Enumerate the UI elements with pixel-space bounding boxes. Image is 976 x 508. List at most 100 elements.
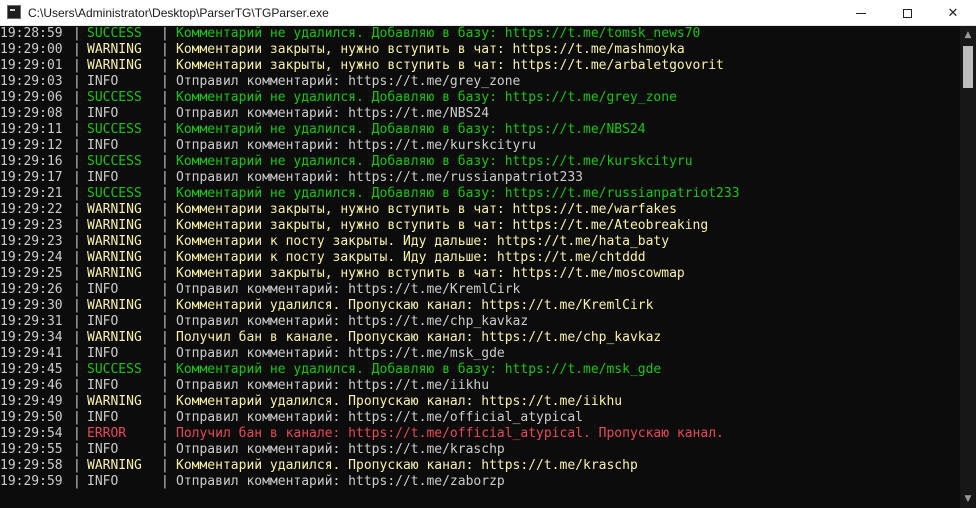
log-separator: | — [161, 362, 169, 377]
log-message: Отправил комментарий: https://t.me/msk_g… — [176, 346, 505, 361]
minimize-button[interactable] — [838, 0, 884, 26]
log-separator: | — [73, 346, 81, 361]
log-separator: | — [73, 250, 81, 265]
log-message: Комментарий не удалился. Добавляю в базу… — [176, 362, 662, 377]
log-row: 19:29:12 | INFO | Отправил комментарий: http… — [0, 138, 960, 154]
log-message: Отправил комментарий: https://t.me/russi… — [176, 170, 583, 185]
close-icon: ✕ — [947, 5, 959, 21]
log-level: SUCCESS — [87, 154, 142, 169]
log-separator: | — [73, 202, 81, 217]
log-message: Комментарий не удалился. Добавляю в базу… — [176, 26, 701, 41]
log-row: 19:29:34 | WARNING | Получил бан в канале. П… — [0, 330, 960, 346]
log-separator: | — [73, 442, 81, 457]
log-separator: | — [73, 58, 81, 73]
log-level: INFO — [87, 74, 119, 89]
scroll-down-arrow-icon[interactable]: ▼ — [960, 492, 976, 506]
log-timestamp: 19:29:12 — [0, 138, 63, 153]
log-level: WARNING — [87, 458, 142, 473]
log-message: Комментарии к посту закрыты. Иду дальше:… — [176, 250, 646, 265]
log-timestamp: 19:29:50 — [0, 410, 63, 425]
log-message: Комментарии к посту закрыты. Иду дальше:… — [176, 234, 670, 249]
scrollbar-thumb[interactable] — [963, 46, 973, 88]
log-row: 19:29:23 | WARNING | Комментарии к посту зак… — [0, 234, 960, 250]
log-timestamp: 19:29:59 — [0, 474, 63, 489]
log-level: SUCCESS — [87, 90, 142, 105]
log-timestamp: 19:29:58 — [0, 458, 63, 473]
log-separator: | — [73, 410, 81, 425]
log-row: 19:29:22 | WARNING | Комментарии закрыты, ну… — [0, 202, 960, 218]
log-message: Комментарии закрыты, нужно вступить в ча… — [176, 42, 685, 57]
log-timestamp: 19:29:25 — [0, 266, 63, 281]
log-message: Отправил комментарий: https://t.me/iikhu — [176, 378, 490, 393]
title-bar[interactable]: C:\Users\Administrator\Desktop\ParserTG\… — [0, 0, 976, 26]
log-separator: | — [161, 314, 169, 329]
log-timestamp: 19:29:17 — [0, 170, 63, 185]
log-separator: | — [161, 170, 169, 185]
log-separator: | — [73, 234, 81, 249]
log-level: WARNING — [87, 234, 142, 249]
log-separator: | — [161, 474, 169, 489]
log-message: Отправил комментарий: https://t.me/grey_… — [176, 74, 521, 89]
log-row: 19:29:59 | INFO | Отправил комментарий: http… — [0, 474, 960, 490]
window-title: C:\Users\Administrator\Desktop\ParserTG\… — [28, 6, 329, 20]
log-level: SUCCESS — [87, 186, 142, 201]
log-separator: | — [161, 330, 169, 345]
log-timestamp: 19:29:55 — [0, 442, 63, 457]
log-level: INFO — [87, 138, 119, 153]
minimize-icon — [856, 12, 866, 14]
vertical-scrollbar[interactable]: ▲ ▼ — [960, 26, 976, 508]
log-row: 19:29:46 | INFO | Отправил комментарий: http… — [0, 378, 960, 394]
maximize-button[interactable] — [884, 0, 930, 26]
log-message: Комментарии закрыты, нужно вступить в ча… — [176, 202, 677, 217]
log-separator: | — [73, 90, 81, 105]
log-message: Отправил комментарий: https://t.me/offic… — [176, 410, 583, 425]
log-row: 19:29:06 | SUCCESS | Комментарий не удалился… — [0, 90, 960, 106]
log-level: WARNING — [87, 202, 142, 217]
log-row: 19:28:59 | SUCCESS | Комментарий не удалился… — [0, 26, 960, 42]
log-row: 19:29:58 | WARNING | Комментарий удалился. П… — [0, 458, 960, 474]
log-message: Комментарий не удалился. Добавляю в базу… — [176, 90, 677, 105]
log-row: 19:29:08 | INFO | Отправил комментарий: http… — [0, 106, 960, 122]
log-timestamp: 19:29:41 — [0, 346, 63, 361]
scroll-up-arrow-icon[interactable]: ▲ — [960, 28, 976, 42]
log-level: SUCCESS — [87, 26, 142, 41]
log-message: Комментарий удалился. Пропускаю канал: h… — [176, 394, 623, 409]
log-separator: | — [73, 186, 81, 201]
log-timestamp: 19:29:08 — [0, 106, 63, 121]
log-row: 19:29:11 | SUCCESS | Комментарий не удалился… — [0, 122, 960, 138]
log-level: INFO — [87, 378, 119, 393]
log-row: 19:29:49 | WARNING | Комментарий удалился. П… — [0, 394, 960, 410]
log-row: 19:29:03 | INFO | Отправил комментарий: http… — [0, 74, 960, 90]
log-separator: | — [161, 74, 169, 89]
log-separator: | — [161, 410, 169, 425]
log-level: INFO — [87, 282, 119, 297]
log-timestamp: 19:29:01 — [0, 58, 63, 73]
log-separator: | — [73, 218, 81, 233]
log-separator: | — [161, 378, 169, 393]
log-separator: | — [161, 442, 169, 457]
log-row: 19:29:25 | WARNING | Комментарии закрыты, ну… — [0, 266, 960, 282]
log-separator: | — [73, 154, 81, 169]
log-separator: | — [73, 42, 81, 57]
log-message: Отправил комментарий: https://t.me/krasc… — [176, 442, 505, 457]
close-button[interactable]: ✕ — [930, 0, 976, 26]
log-separator: | — [161, 346, 169, 361]
log-separator: | — [161, 202, 169, 217]
log-separator: | — [73, 298, 81, 313]
log-timestamp: 19:29:49 — [0, 394, 63, 409]
log-row: 19:29:17 | INFO | Отправил комментарий: http… — [0, 170, 960, 186]
log-separator: | — [73, 170, 81, 185]
console-app-icon — [7, 5, 21, 19]
log-separator: | — [73, 394, 81, 409]
log-level: INFO — [87, 170, 119, 185]
log-separator: | — [73, 122, 81, 137]
log-row: 19:29:31 | INFO | Отправил комментарий: http… — [0, 314, 960, 330]
log-row: 19:29:55 | INFO | Отправил комментарий: http… — [0, 442, 960, 458]
log-level: WARNING — [87, 394, 142, 409]
log-timestamp: 19:29:45 — [0, 362, 63, 377]
log-row: 19:29:26 | INFO | Отправил комментарий: http… — [0, 282, 960, 298]
log-separator: | — [161, 90, 169, 105]
console-output[interactable]: 19:28:59 | SUCCESS | Комментарий не удалился… — [0, 26, 960, 508]
log-separator: | — [161, 58, 169, 73]
log-level: WARNING — [87, 250, 142, 265]
